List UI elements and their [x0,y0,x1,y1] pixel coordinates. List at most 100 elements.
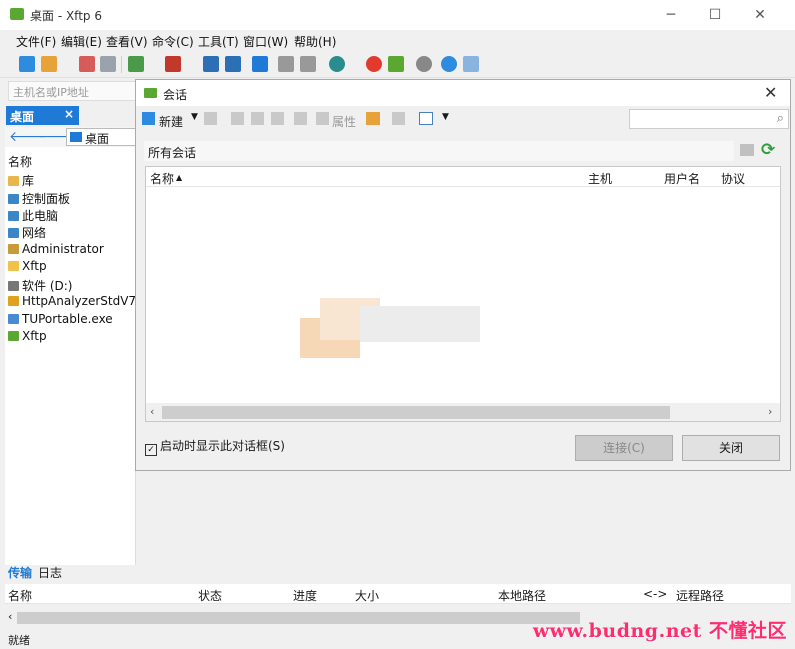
paste-icon[interactable] [271,112,284,125]
globe-icon[interactable] [329,56,345,72]
refresh-icon[interactable]: ⟳ [761,140,775,160]
chat-icon[interactable] [463,56,479,72]
minimize-button[interactable]: ─ [660,4,682,26]
column-name[interactable]: 名称 [8,587,32,604]
delete-icon[interactable] [294,112,307,125]
search-session-icon[interactable] [204,112,217,125]
connect-button[interactable]: 连接(C) [575,435,673,461]
list-item[interactable]: 网络 [8,224,46,241]
list-item[interactable]: Administrator [8,242,104,256]
show-on-startup-label: 启动时显示此对话框(S) [160,439,285,453]
control-panel-icon [8,194,19,204]
open-folder-icon[interactable] [366,112,380,125]
list-item[interactable]: HttpAnalyzerStdV7 [8,294,136,308]
desktop-folder-icon [70,132,82,142]
horizontal-scrollbar[interactable]: ‹ › [146,403,780,421]
tab-desktop[interactable]: 桌面 × [6,106,79,125]
host-address-input[interactable]: 主机名或IP地址 [8,81,136,101]
session-search-input[interactable]: ⌕ [629,109,789,129]
properties-button[interactable]: 属性 [332,113,356,130]
list-item[interactable]: 库 [8,172,34,189]
view-dropdown-icon[interactable]: ▼ [442,112,449,122]
show-on-startup-checkbox[interactable]: ✓ 启动时显示此对话框(S) [145,437,285,456]
gear-icon[interactable] [416,56,432,72]
list-item[interactable]: 控制面板 [8,190,70,207]
list-item[interactable]: 软件 (D:) [8,277,72,294]
close-button[interactable]: 关闭 [682,435,780,461]
list-item[interactable]: Xftp [8,259,47,273]
status-text: 就绪 [8,634,30,647]
open-folder-icon[interactable] [41,56,57,72]
view-icon[interactable] [419,112,433,125]
sessions-dialog: 会话 ✕ 新建 ▼ 属性 ▼ ⌕ 所有会话 ⟳ 名称 ▲ 主机 用户名 协议 ‹ [135,79,791,471]
paste-icon[interactable] [300,56,316,72]
copy-icon[interactable] [278,56,294,72]
sync-icon[interactable] [252,56,268,72]
properties-icon [316,112,329,125]
file-list-header[interactable]: 名称 [8,153,32,170]
local-path-field[interactable]: 桌面 [66,128,138,146]
xftp-app-icon [10,8,24,20]
column-size[interactable]: 大小 [355,587,379,604]
xftp-icon[interactable] [388,56,404,72]
column-username[interactable]: 用户名 [664,170,700,187]
tab-log[interactable]: 日志 [38,564,62,581]
column-remote-path[interactable]: 远程路径 [676,587,724,604]
toolbar-separator [121,56,122,73]
new-session-button[interactable]: 新建 [159,113,183,130]
import-icon[interactable] [392,112,405,125]
maximize-button[interactable]: ☐ [704,4,726,26]
scroll-right-icon[interactable]: › [768,405,772,418]
menu-edit[interactable]: 编辑(E) [61,33,102,50]
scroll-left-icon[interactable]: ‹ [8,610,12,623]
list-item[interactable]: 此电脑 [8,207,58,224]
dialog-close-button[interactable]: ✕ [764,83,777,102]
column-direction[interactable]: <-> [643,587,667,601]
scrollbar-thumb[interactable] [162,406,670,419]
folder-new-icon[interactable] [740,144,754,156]
list-item[interactable]: TUPortable.exe [8,312,113,326]
menu-file[interactable]: 文件(F) [16,33,56,50]
dialog-title: 会话 [163,88,188,102]
download-icon[interactable] [225,56,241,72]
menu-tools[interactable]: 工具(T) [198,33,239,50]
menu-view[interactable]: 查看(V) [106,33,148,50]
column-progress[interactable]: 进度 [293,587,317,604]
exe-file-icon [8,314,19,324]
transfer-icon[interactable] [128,56,144,72]
xftp-shortcut-icon [8,331,19,341]
help-icon[interactable] [441,56,457,72]
column-protocol[interactable]: 协议 [721,170,745,187]
copy-icon[interactable] [251,112,264,125]
folder-icon [8,261,19,271]
window-title: 桌面 - Xftp 6 [30,9,102,23]
close-tab-icon[interactable]: × [64,107,74,121]
dialog-title-bar: 会话 ✕ [136,80,790,106]
queue-icon[interactable] [165,56,181,72]
scroll-left-icon[interactable]: ‹ [150,405,154,418]
new-session-icon [142,112,155,125]
session-list[interactable]: 名称 ▲ 主机 用户名 协议 ‹ › [145,166,781,422]
menu-bar: 文件(F) 编辑(E) 查看(V) 命令(C) 工具(T) 窗口(W) 帮助(H… [0,30,795,52]
menu-help[interactable]: 帮助(H) [294,33,336,50]
drive-icon [8,281,19,291]
reconnect-icon[interactable] [100,56,116,72]
upload-icon[interactable] [203,56,219,72]
scrollbar-thumb[interactable] [17,612,580,624]
list-item[interactable]: Xftp [8,329,47,343]
app-shortcut-icon [8,296,19,306]
menu-window[interactable]: 窗口(W) [243,33,288,50]
tab-transfer[interactable]: 传输 [8,564,32,581]
column-name[interactable]: 名称 [150,170,174,187]
column-host[interactable]: 主机 [588,170,612,187]
cut-icon[interactable] [231,112,244,125]
menu-command[interactable]: 命令(C) [152,33,194,50]
disconnect-icon[interactable] [79,56,95,72]
new-dropdown-icon[interactable]: ▼ [191,112,198,122]
transfer-list-header: 名称 状态 进度 大小 本地路径 <-> 远程路径 [5,584,791,604]
close-window-button[interactable]: ✕ [749,4,771,26]
new-session-icon[interactable] [19,56,35,72]
column-local-path[interactable]: 本地路径 [498,587,546,604]
xshell-icon[interactable] [366,56,382,72]
column-status[interactable]: 状态 [198,587,222,604]
